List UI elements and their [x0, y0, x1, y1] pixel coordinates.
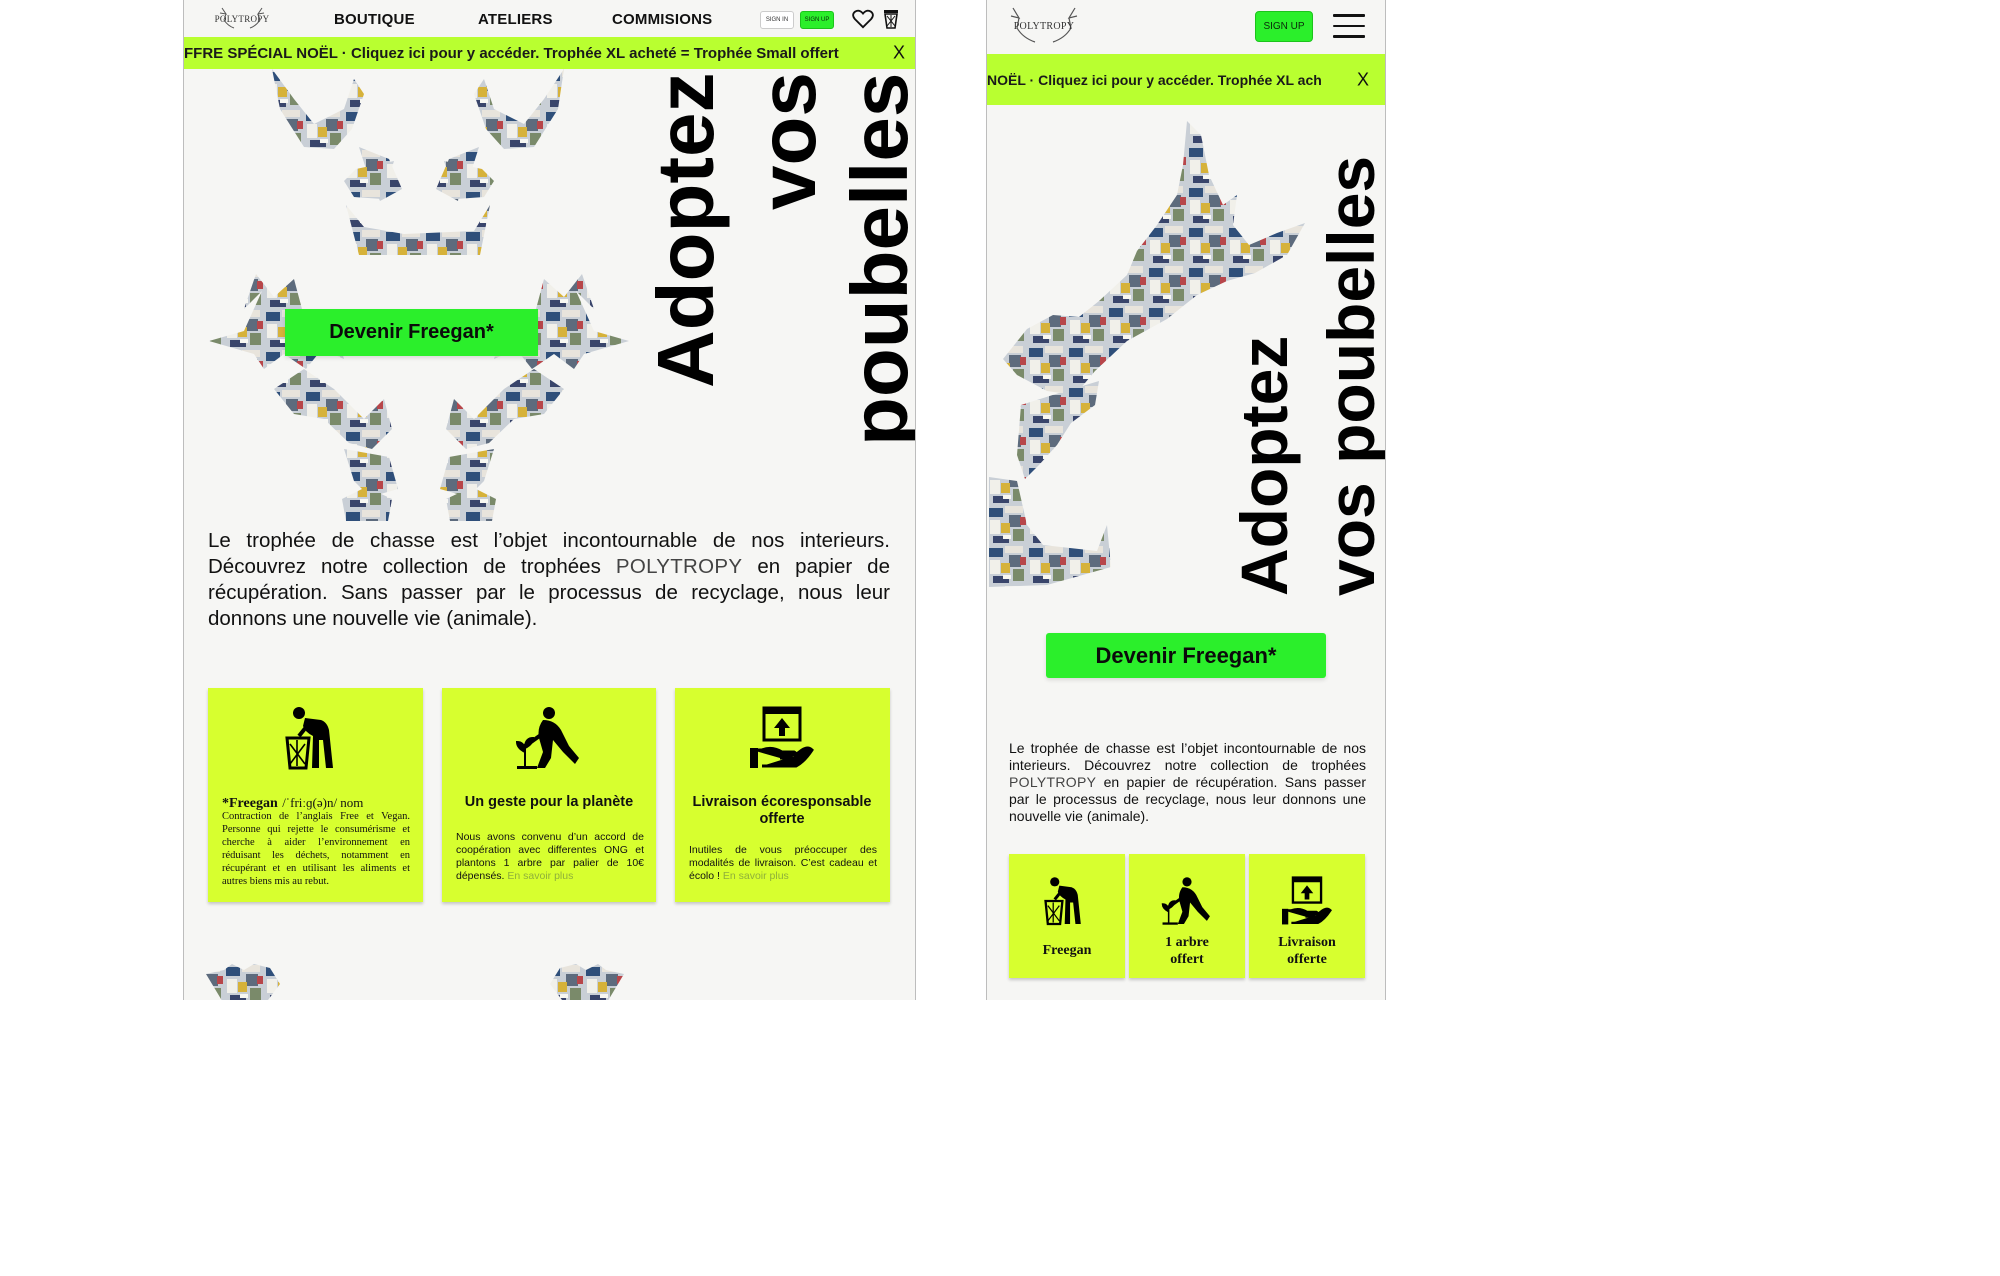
- brand-logo-mobile[interactable]: POLYTROPY: [1003, 4, 1085, 48]
- mobile-preview: POLYTROPY SIGN UP NOËL · Cliquez ici pou…: [986, 0, 1386, 1000]
- intro-brand: POLYTROPY: [615, 555, 743, 578]
- promo-banner-mobile[interactable]: NOËL · Cliquez ici pour y accéder. Troph…: [987, 54, 1385, 105]
- hero-title-line-1-mobile: Adoptez: [1227, 335, 1301, 596]
- promo-banner-text-mobile[interactable]: NOËL · Cliquez ici pour y accéder. Troph…: [987, 72, 1322, 88]
- desktop-preview: POLYTROPY BOUTIQUE ATELIERS COMMISIONS S…: [183, 0, 916, 1000]
- nav-boutique[interactable]: BOUTIQUE: [334, 11, 415, 28]
- hero-title-line-1: Adoptez: [641, 72, 730, 388]
- delivery-card-body: Inutiles de vous préoccuper des modalité…: [689, 844, 877, 883]
- menu-hamburger-icon[interactable]: [1333, 14, 1365, 46]
- planet-card-body: Nous avons convenu d’un accord de coopér…: [456, 831, 644, 883]
- hero-title-line-2-mobile: vos poubelles: [1314, 155, 1386, 596]
- tree-card-mobile[interactable]: 1 arbre offert: [1129, 854, 1245, 978]
- heart-icon[interactable]: [852, 9, 874, 29]
- brand-name-mobile: POLYTROPY: [1013, 20, 1075, 32]
- brand-logo[interactable]: POLYTROPY: [214, 4, 270, 34]
- freegan-definition-card: *Freegan /ˈfriːɡ(ə)n/ nom Contraction de…: [208, 688, 423, 902]
- person-trash-icon: [1044, 877, 1081, 926]
- delivery-card-title-mobile: Livraison offerte: [1278, 935, 1336, 967]
- person-planting-icon: [515, 707, 579, 769]
- banner-close-button[interactable]: X: [893, 43, 905, 64]
- footer-antlers-illustration: [206, 964, 624, 1000]
- banner-close-button-mobile[interactable]: X: [1357, 69, 1369, 90]
- freegan-phonetic: /ˈfriːɡ(ə)n/ nom: [282, 795, 364, 810]
- brand-name: POLYTROPY: [214, 14, 270, 24]
- tree-card-title-mobile: 1 arbre offert: [1165, 935, 1209, 967]
- intro-paragraph: Le trophée de chasse est l’objet inconto…: [208, 528, 890, 632]
- nav-commisions[interactable]: COMMISIONS: [612, 11, 712, 28]
- nav-ateliers[interactable]: ATELIERS: [478, 11, 553, 28]
- hero-title-line-2: vos: [743, 72, 832, 210]
- planet-learn-more-link[interactable]: En savoir plus: [507, 870, 573, 882]
- planet-card-title: Un geste pour la planète: [464, 794, 634, 810]
- intro-paragraph-mobile: Le trophée de chasse est l’objet inconto…: [1009, 740, 1366, 825]
- freegan-word: *Freegan: [222, 796, 278, 811]
- become-freegan-button-mobile[interactable]: Devenir Freegan*: [1046, 633, 1326, 678]
- intro-brand-mobile: POLYTROPY: [1009, 774, 1097, 790]
- become-freegan-button[interactable]: Devenir Freegan*: [285, 309, 538, 356]
- delivery-card-mobile[interactable]: Livraison offerte: [1249, 854, 1365, 978]
- intro-text-before-mobile: Le trophée de chasse est l’objet inconto…: [1009, 740, 1366, 773]
- hero-title-line-3: poubelles: [835, 72, 916, 446]
- hand-box-icon: [750, 706, 814, 768]
- promo-banner[interactable]: FFRE SPÉCIAL NOËL · Cliquez ici pour y a…: [184, 37, 915, 69]
- person-planting-icon: [1161, 877, 1210, 925]
- person-trash-icon: [285, 707, 333, 770]
- sign-up-button[interactable]: SIGN UP: [800, 11, 834, 29]
- delivery-learn-more-link[interactable]: En savoir plus: [723, 870, 789, 882]
- sign-in-button[interactable]: SIGN IN: [760, 11, 794, 29]
- freegan-card-mobile[interactable]: Freegan: [1009, 854, 1125, 978]
- freegan-card-title-mobile: Freegan: [1042, 943, 1092, 958]
- trash-bin-icon[interactable]: [883, 9, 899, 29]
- sign-up-button-mobile[interactable]: SIGN UP: [1255, 11, 1313, 42]
- freegan-definition: Contraction de l’anglais Free et Vegan. …: [222, 811, 410, 887]
- planet-card: Un geste pour la planète Nous avons conv…: [442, 688, 656, 902]
- delivery-card-title: Livraison écoresponsable offerte: [692, 794, 872, 827]
- promo-banner-text[interactable]: FFRE SPÉCIAL NOËL · Cliquez ici pour y a…: [184, 45, 839, 62]
- delivery-card: Livraison écoresponsable offerte Inutile…: [675, 688, 890, 902]
- hand-box-icon: [1282, 876, 1332, 925]
